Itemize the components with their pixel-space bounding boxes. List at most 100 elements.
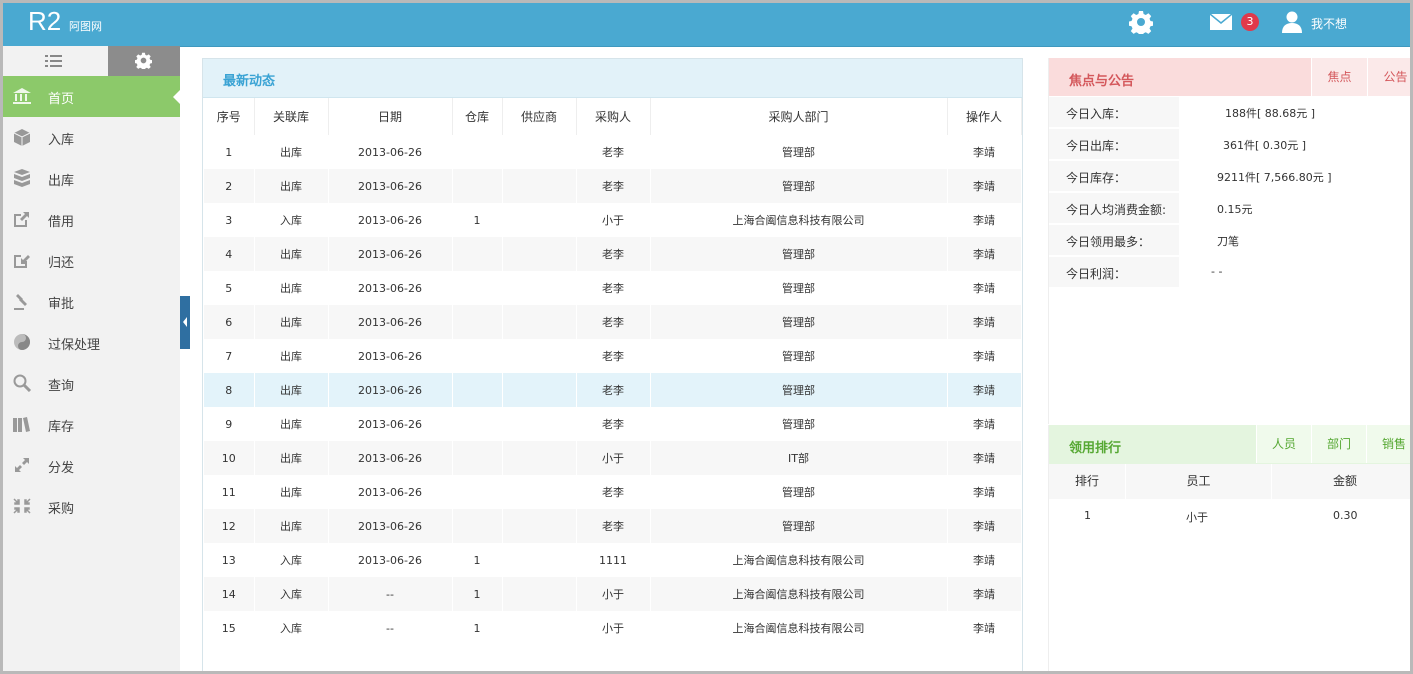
tab-menu-list[interactable]	[0, 46, 108, 77]
tab-personnel[interactable]: 人员	[1256, 425, 1311, 463]
table-cell: 14	[204, 577, 255, 611]
sidebar-item-0[interactable]: 首页	[0, 76, 180, 117]
table-cell: 老李	[576, 339, 651, 373]
tab-department[interactable]: 部门	[1311, 425, 1366, 463]
stat-row: 今日利润： - -	[1049, 257, 1413, 289]
table-row[interactable]: 1 出库 2013-06-26 老李 管理部 李靖	[204, 135, 1022, 169]
tab-focus[interactable]: 焦点	[1311, 58, 1367, 96]
table-cell: 老李	[576, 475, 651, 509]
recent-activity-panel: 最新动态 序号 关联库 日期 仓库 供应商 采购人 采购人部门 操作人 1 出库 2013-06-…	[202, 58, 1023, 674]
table-row[interactable]: 3 入库 2013-06-26 1 小于 上海合阖信息科技有限公司 李靖	[204, 203, 1022, 237]
table-cell: 李靖	[947, 441, 1022, 475]
table-cell: IT部	[650, 441, 948, 475]
table-cell: 2013-06-26	[328, 339, 453, 373]
sidebar-item-8[interactable]: 库存	[0, 404, 180, 445]
table-row[interactable]: 13 入库 2013-06-26 1 1111 上海合阖信息科技有限公司 李靖	[204, 543, 1022, 577]
stat-label: 今日利润：	[1066, 267, 1127, 281]
table-cell: 老李	[576, 237, 651, 271]
sidebar-item-10[interactable]: 采购	[0, 486, 180, 527]
table-row[interactable]: 10 出库 2013-06-26 小于 IT部 李靖	[204, 441, 1022, 475]
table-cell: 小于	[576, 577, 651, 611]
sidebar-item-label: 入库	[48, 133, 75, 148]
table-row[interactable]: 4 出库 2013-06-26 老李 管理部 李靖	[204, 237, 1022, 271]
table-cell: 4	[204, 237, 255, 271]
rank-cell-rank: 1	[1084, 509, 1091, 522]
table-row[interactable]: 6 出库 2013-06-26 老李 管理部 李靖	[204, 305, 1022, 339]
table-cell: 老李	[576, 305, 651, 339]
tab-announcement[interactable]: 公告	[1367, 58, 1413, 96]
table-cell: 管理部	[650, 475, 948, 509]
table-cell: 管理部	[650, 339, 948, 373]
table-row[interactable]: 8 出库 2013-06-26 老李 管理部 李靖	[204, 373, 1022, 407]
table-row[interactable]: 15 入库 -- 1 小于 上海合阖信息科技有限公司 李靖	[204, 611, 1022, 645]
tab-settings[interactable]	[108, 46, 180, 76]
stat-row: 今日出库： 361件[ 0.30元 ]	[1049, 129, 1413, 161]
focus-announcement-panel: 焦点与公告 焦点 公告 今日入库： 188件[ 88.68元 ] 今日出库： 361件…	[1048, 58, 1413, 424]
table-cell	[502, 509, 577, 543]
table-cell	[452, 441, 503, 475]
table-cell	[502, 271, 577, 305]
settings-gear-icon[interactable]	[1129, 10, 1153, 34]
sidebar-item-7[interactable]: 查询	[0, 363, 180, 404]
user-icon[interactable]	[1282, 11, 1302, 33]
table-cell: 2013-06-26	[328, 135, 453, 169]
sidebar-item-5[interactable]: 审批	[0, 281, 180, 322]
sidebar-item-4[interactable]: 归还	[0, 240, 180, 281]
table-cell: 上海合阖信息科技有限公司	[650, 203, 948, 237]
table-cell	[502, 441, 577, 475]
table-cell: 李靖	[947, 577, 1022, 611]
table-cell: 2013-06-26	[328, 271, 453, 305]
table-header-row: 序号 关联库 日期 仓库 供应商 采购人 采购人部门 操作人	[204, 98, 1022, 135]
table-cell: 小于	[576, 203, 651, 237]
table-cell: 李靖	[947, 373, 1022, 407]
table-cell: 老李	[576, 135, 651, 169]
stat-row: 今日库存： 9211件[ 7,566.80元 ]	[1049, 161, 1413, 193]
rank-cell-employee: 小于	[1186, 511, 1208, 524]
table-cell: 入库	[254, 611, 329, 645]
table-cell	[452, 305, 503, 339]
table-row[interactable]: 5 出库 2013-06-26 老李 管理部 李靖	[204, 271, 1022, 305]
table-cell	[452, 475, 503, 509]
table-cell	[452, 373, 503, 407]
user-name[interactable]: 我不想	[1311, 15, 1347, 32]
sidebar-item-6[interactable]: 过保处理	[0, 322, 180, 363]
rank-cell-amount: 0.30	[1333, 509, 1358, 522]
column-header: 关联库	[254, 98, 329, 135]
sidebar-item-9[interactable]: 分发	[0, 445, 180, 486]
table-cell: 李靖	[947, 475, 1022, 509]
table-cell: 7	[204, 339, 255, 373]
sidebar-item-1[interactable]: 入库	[0, 117, 180, 158]
table-cell	[452, 271, 503, 305]
table-cell	[502, 611, 577, 645]
table-row[interactable]: 12 出库 2013-06-26 老李 管理部 李靖	[204, 509, 1022, 543]
table-row[interactable]: 11 出库 2013-06-26 老李 管理部 李靖	[204, 475, 1022, 509]
table-cell: 出库	[254, 407, 329, 441]
sidebar-item-label: 借用	[48, 215, 75, 230]
sidebar-item-3[interactable]: 借用	[0, 199, 180, 240]
mail-count-badge: 3	[1241, 13, 1259, 31]
table-cell: 2013-06-26	[328, 441, 453, 475]
table-cell: 上海合阖信息科技有限公司	[650, 543, 948, 577]
table-cell: 12	[204, 509, 255, 543]
table-cell: 15	[204, 611, 255, 645]
table-cell	[502, 577, 577, 611]
sidebar-collapse-button[interactable]	[180, 296, 190, 349]
column-header: 采购人部门	[650, 98, 948, 135]
stat-label: 今日人均消费金额:	[1066, 203, 1167, 217]
sidebar-item-2[interactable]: 出库	[0, 158, 180, 199]
sidebar-item-label: 出库	[48, 174, 75, 189]
column-header: 日期	[328, 98, 453, 135]
table-row[interactable]: 2 出库 2013-06-26 老李 管理部 李靖	[204, 169, 1022, 203]
ranking-panel-title: 领用排行	[1069, 441, 1122, 456]
table-cell	[452, 237, 503, 271]
table-row[interactable]: 9 出库 2013-06-26 老李 管理部 李靖	[204, 407, 1022, 441]
stat-row: 今日入库： 188件[ 88.68元 ]	[1049, 97, 1413, 129]
table-cell	[452, 407, 503, 441]
table-row[interactable]: 14 入库 -- 1 小于 上海合阖信息科技有限公司 李靖	[204, 577, 1022, 611]
mail-icon[interactable]	[1210, 14, 1232, 30]
table-row[interactable]: 7 出库 2013-06-26 老李 管理部 李靖	[204, 339, 1022, 373]
sidebar-item-label: 查询	[48, 379, 75, 394]
sidebar-item-label: 库存	[48, 420, 75, 435]
gavel-icon	[14, 294, 27, 310]
tab-sales[interactable]: 销售	[1366, 425, 1413, 463]
